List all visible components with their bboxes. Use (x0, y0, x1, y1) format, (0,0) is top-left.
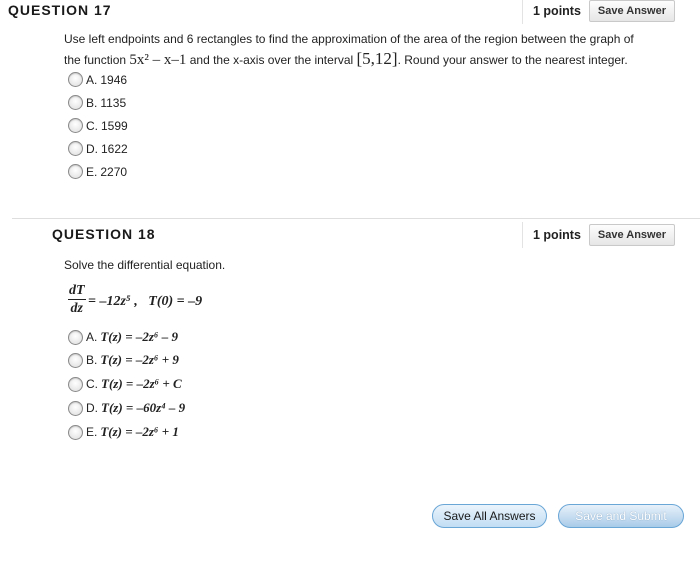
equation-fraction: dT dz (68, 283, 86, 317)
radio-button[interactable] (68, 329, 83, 345)
choice-c[interactable]: C. T(z) = –2z⁶ + C (68, 376, 182, 392)
question-17-text: Use left endpoints and 6 rectangles to f… (64, 30, 694, 70)
points-label: 1 points (533, 228, 581, 242)
radio-button[interactable] (68, 400, 83, 416)
question-title: QUESTION 18 (52, 226, 156, 242)
question-divider (12, 218, 700, 219)
radio-button[interactable] (68, 141, 83, 156)
question-18-header: QUESTION 18 1 points Save Answer (0, 222, 700, 250)
choice-e[interactable]: E. 2270 (68, 164, 127, 179)
question-18-text: Solve the differential equation. (64, 258, 226, 272)
points-box: 1 points Save Answer (522, 0, 675, 24)
function-expression: 5x² – x–1 (129, 52, 187, 68)
save-answer-button[interactable]: Save Answer (588, 0, 675, 22)
choice-a[interactable]: A. 1946 (68, 72, 127, 87)
choice-d[interactable]: D. 1622 (68, 141, 128, 156)
points-box: 1 points Save Answer (522, 222, 675, 248)
save-and-submit-button[interactable]: Save and Submit (558, 504, 684, 528)
points-label: 1 points (533, 4, 581, 18)
choice-b[interactable]: B. 1135 (68, 95, 126, 110)
save-all-answers-button[interactable]: Save All Answers (432, 504, 547, 528)
choice-b[interactable]: B. T(z) = –2z⁶ + 9 (68, 352, 179, 368)
radio-button[interactable] (68, 376, 83, 392)
radio-button[interactable] (68, 72, 83, 87)
radio-button[interactable] (68, 95, 83, 110)
choice-d[interactable]: D. T(z) = –60z⁴ – 9 (68, 400, 185, 416)
radio-button[interactable] (68, 164, 83, 179)
radio-button[interactable] (68, 118, 83, 133)
equation-rhs: = –12z⁵ , T(0) = –9 (88, 294, 203, 309)
radio-button[interactable] (68, 352, 83, 368)
interval-expression: [5,12] (356, 49, 398, 68)
question-17-header: QUESTION 17 1 points Save Answer (0, 0, 700, 28)
radio-button[interactable] (68, 424, 83, 440)
fraction-denominator: dz (70, 301, 83, 316)
fraction-numerator: dT (68, 283, 86, 300)
question-text-line: Use left endpoints and 6 rectangles to f… (64, 32, 634, 46)
choice-e[interactable]: E. T(z) = –2z⁶ + 1 (68, 424, 179, 440)
save-answer-button[interactable]: Save Answer (588, 224, 675, 246)
choice-a[interactable]: A. T(z) = –2z⁶ – 9 (68, 329, 178, 345)
choice-c[interactable]: C. 1599 (68, 118, 128, 133)
question-title: QUESTION 17 (8, 2, 112, 18)
question-text-line: the function 5x² – x–1 and the x-axis ov… (64, 49, 628, 68)
